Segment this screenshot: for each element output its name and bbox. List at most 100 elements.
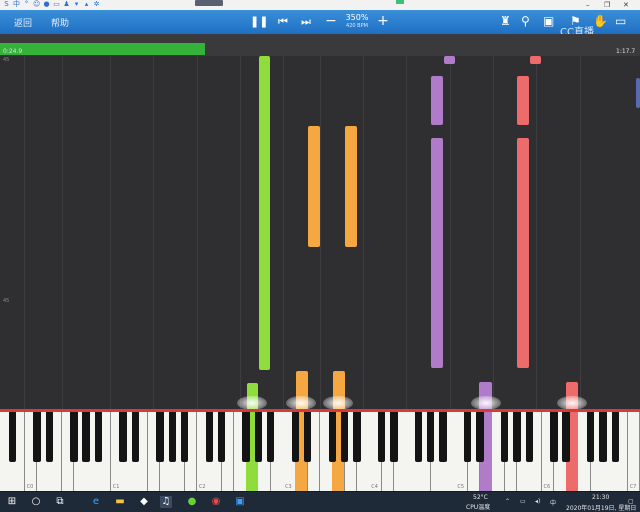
ime-indicator[interactable]: 中 [550,498,556,507]
black-key[interactable] [267,412,275,462]
skip-forward-icon[interactable]: ⏭ [300,16,312,28]
falling-note [308,126,320,247]
black-key[interactable] [131,412,140,462]
menu-back[interactable]: 返回 [14,16,32,29]
menu-help[interactable]: 帮助 [51,16,69,29]
black-key[interactable] [119,412,127,462]
grid-line [110,56,111,410]
black-key[interactable] [562,412,570,462]
skin-icon[interactable]: ▾ [73,1,80,8]
user-icon[interactable]: ♟ [63,1,70,8]
folder-icon[interactable]: ▬ [114,496,126,508]
netease-music-icon[interactable]: ◉ [210,496,222,508]
app-green-icon[interactable]: ● [186,496,198,508]
tempo-increase-button[interactable]: + [377,14,389,28]
black-key[interactable] [94,412,103,462]
black-key[interactable] [353,412,361,462]
black-key[interactable] [550,412,558,462]
notification-icon[interactable]: ▢ [628,498,634,505]
cpu-temp: 52°C [473,494,488,501]
black-key[interactable] [464,412,472,462]
white-key[interactable] [627,412,640,491]
black-key[interactable] [611,412,620,462]
edge-icon[interactable]: e [90,496,102,508]
elapsed-time: 0:24.9 [3,48,23,55]
black-key[interactable] [439,412,447,462]
black-key[interactable] [205,412,213,462]
tempo-bpm: 420 BPM [346,23,368,29]
black-key[interactable] [70,412,78,462]
black-key[interactable] [168,412,176,462]
octave-label: C6 [543,484,551,490]
grid-line [320,56,321,410]
volume-icon[interactable]: ◂) [535,498,540,505]
emoji-icon[interactable]: ☺ [33,1,40,8]
falling-note [431,76,443,125]
black-key[interactable] [328,412,336,462]
falling-note [431,138,443,368]
keyboard-icon[interactable]: ▭ [53,1,60,8]
black-key[interactable] [291,412,300,462]
roll-label-mid: 45 [3,298,10,304]
grid-line [197,56,198,410]
tray-up-icon[interactable]: ⌃ [505,498,510,505]
black-key[interactable] [217,412,226,462]
restore-icon[interactable]: ❐ [604,0,610,10]
video-icon[interactable]: ▣ [543,14,554,28]
close-icon[interactable]: ✕ [623,0,629,10]
zoom-icon[interactable]: ⚲ [521,14,530,28]
mic-icon[interactable]: ● [43,1,50,8]
settings-icon[interactable]: ✲ [93,1,100,8]
shirt-icon[interactable]: ▴ [83,1,90,8]
total-time: 1:17.7 [616,48,636,55]
ime-zh-icon[interactable]: 中 [13,1,20,8]
black-key[interactable] [414,412,423,462]
black-key[interactable] [500,412,509,462]
display-icon[interactable]: ▭ [615,14,626,28]
song-progress[interactable]: 0:24.9 1:17.7 [0,34,640,56]
black-key[interactable] [33,412,41,462]
hand-icon[interactable]: ✋ [593,14,608,28]
grid-line [536,56,537,410]
metronome-icon[interactable]: ♜ [500,14,511,28]
grid-line [153,56,154,410]
black-key[interactable] [427,412,435,462]
black-key[interactable] [304,412,312,462]
grid-line [240,56,241,410]
black-key[interactable] [340,412,349,462]
black-key[interactable] [390,412,398,462]
network-icon[interactable]: ▭ [520,498,526,505]
task-view-icon[interactable]: ⧉ [54,496,66,508]
piano-keyboard[interactable]: C0 C1 C2 C3 C4 C5 C6 C7 [0,412,640,492]
minimize-icon[interactable]: – [586,0,590,10]
synthesia-icon[interactable]: ♫ [160,496,172,508]
black-key[interactable] [254,412,263,462]
windows-start-icon[interactable]: ⊞ [6,496,18,508]
black-key[interactable] [599,412,607,462]
black-key[interactable] [377,412,386,462]
black-key[interactable] [587,412,595,462]
black-key[interactable] [45,412,53,462]
app-logo-icon[interactable]: S [3,1,10,8]
grid-line [62,56,63,410]
tempo-decrease-button[interactable]: − [325,14,337,28]
black-key[interactable] [513,412,521,462]
black-key[interactable] [180,412,189,462]
octave-label: C2 [198,484,206,490]
search-icon[interactable]: ○ [30,496,42,508]
cc-live-icon[interactable]: ▣ [234,496,246,508]
black-key[interactable] [82,412,90,462]
clock-time: 21:30 [592,494,610,501]
octave-label: C4 [371,484,378,490]
skip-back-icon[interactable]: ⏮ [277,16,289,28]
black-key[interactable] [8,412,16,462]
octave-label: C7 [629,484,637,490]
app-icon[interactable]: ◆ [138,496,150,508]
windows-taskbar: ⊞ ○ ⧉ e ▬ ◆ ♫ ● ◉ ▣ 52°C CPU温度 ⌃ ▭ ◂) 中 … [0,492,640,512]
pause-icon[interactable]: ❚❚ [250,16,268,28]
black-key[interactable] [242,412,250,462]
black-key[interactable] [525,412,533,462]
black-key[interactable] [156,412,164,462]
black-key[interactable] [476,412,484,462]
punctuation-icon[interactable]: ° [23,1,30,8]
